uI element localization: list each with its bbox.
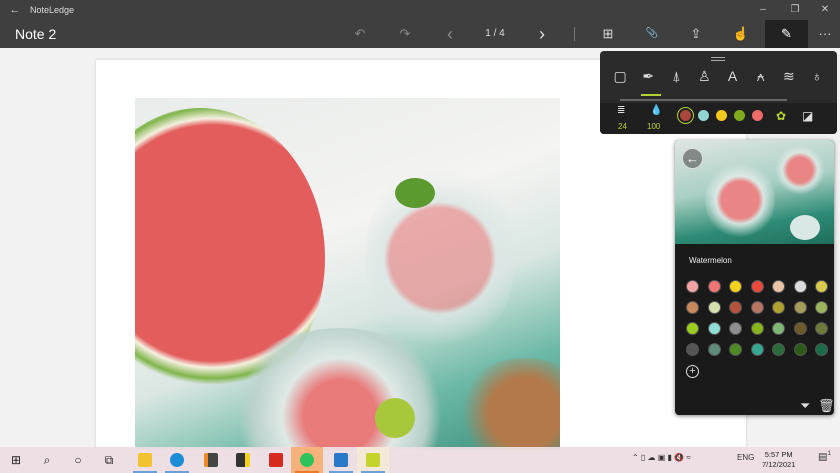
language-indicator[interactable]: ENG — [737, 453, 754, 462]
pen-color-swatch[interactable] — [752, 110, 763, 121]
back-button[interactable]: ← — [0, 4, 30, 16]
selected-tool-indicator — [641, 94, 661, 96]
palette-swatch[interactable] — [772, 322, 785, 335]
divider — [574, 27, 575, 41]
search-icon[interactable]: ⌕ — [31, 447, 63, 473]
drag-handle[interactable] — [711, 57, 725, 61]
palette-swatch[interactable] — [686, 343, 699, 356]
palette-swatch[interactable] — [772, 280, 785, 293]
add-color-button[interactable]: + — [686, 365, 699, 378]
palette-swatch[interactable] — [815, 280, 828, 293]
opacity-value[interactable]: 100 — [647, 122, 660, 131]
palette-swatch[interactable] — [793, 301, 807, 314]
palette-swatch[interactable] — [793, 280, 807, 293]
palette-swatch[interactable] — [815, 322, 828, 335]
taskbar: ⊞ ⌕ ○ ⧉ ⌃ ▯ ☁ ▣ ▮ 🔇 ≈ ENG 5:57 PM 7/12/20… — [0, 447, 840, 473]
palette-swatch[interactable] — [707, 280, 721, 293]
palette-swatch[interactable] — [750, 343, 764, 356]
airbrush-icon[interactable]: ⍲ — [749, 68, 773, 92]
palette-swatch[interactable] — [707, 301, 721, 314]
palette-swatch[interactable] — [686, 301, 699, 314]
time: 5:57 PM — [764, 450, 793, 459]
sticky-notes-icon[interactable] — [227, 447, 259, 473]
palette-swatch[interactable] — [729, 280, 742, 293]
marker-icon[interactable]: ♙ — [692, 68, 716, 92]
touch-icon[interactable]: ☝ — [726, 20, 756, 48]
notification-count: 1 — [827, 451, 831, 457]
pen-settings-panel: ▢ ✒ ⍋ ♙ A ⍲ ≋ ♁ ≣ 24 💧 100 ✿ ◪ — [600, 51, 837, 134]
restore-button[interactable]: ❐ — [780, 0, 810, 20]
next-page-icon[interactable]: › — [527, 20, 557, 48]
spotify-icon[interactable] — [291, 447, 323, 473]
fountain-pen-icon[interactable]: ✒ — [636, 68, 660, 92]
palette-swatch[interactable] — [729, 301, 742, 314]
pen-icon[interactable]: ✎ — [765, 20, 808, 48]
edge-icon[interactable] — [161, 447, 193, 473]
notification-icon[interactable]: ▤1 — [818, 451, 831, 462]
grid-icon[interactable]: ⊞ — [593, 20, 623, 48]
palette-swatch[interactable] — [729, 343, 742, 356]
palette-swatch[interactable] — [750, 280, 764, 293]
opacity-icon[interactable]: 💧 — [650, 105, 662, 116]
palette-swatch[interactable] — [772, 343, 785, 356]
toolbar: Note 2 ↶ ↷ ‹ 1 / 4 › ⊞ 📎 ⇪ ☝ ✎ ··· — [0, 20, 840, 48]
bulb-icon[interactable]: ♁ — [805, 68, 829, 92]
ruler-icon[interactable]: ◪ — [802, 109, 813, 123]
attach-icon[interactable]: 📎 — [637, 20, 667, 48]
app-name: NoteLedge — [30, 5, 75, 15]
size-value[interactable]: 24 — [618, 122, 627, 131]
note-title[interactable]: Note 2 — [15, 26, 56, 42]
more-icon[interactable]: ··· — [810, 20, 840, 48]
noteledge-icon[interactable] — [357, 447, 389, 473]
palette-swatch[interactable] — [793, 322, 807, 335]
pen-color-swatch[interactable] — [680, 110, 691, 121]
share-icon[interactable]: ⇪ — [681, 20, 711, 48]
palette-swatch[interactable] — [686, 280, 699, 293]
eraser-icon[interactable]: ▢ — [608, 68, 632, 92]
palette-swatch[interactable] — [793, 343, 807, 356]
palette-swatch[interactable] — [750, 301, 764, 314]
undo-icon[interactable]: ↶ — [345, 20, 375, 48]
palette-swatch[interactable] — [686, 322, 699, 335]
palette-swatch[interactable] — [707, 322, 721, 335]
clock[interactable]: 5:57 PM 7/12/2021 — [762, 450, 795, 470]
pen-color-swatch[interactable] — [716, 110, 727, 121]
palette-swatch[interactable] — [815, 343, 828, 356]
redo-icon[interactable]: ↷ — [390, 20, 420, 48]
prev-page-icon[interactable]: ‹ — [435, 20, 465, 48]
palette-back-button[interactable]: ← — [682, 148, 703, 169]
palette-swatch[interactable] — [750, 322, 764, 335]
photos-icon[interactable] — [325, 447, 357, 473]
page-indicator: 1 / 4 — [485, 28, 505, 39]
pdf-icon[interactable] — [260, 447, 292, 473]
palette-name: Watermelon — [689, 256, 732, 265]
cortana-icon[interactable]: ○ — [62, 447, 94, 473]
fine-pen-icon[interactable]: ⍋ — [664, 68, 688, 92]
title-bar: ← NoteLedge – ❐ ✕ — [0, 0, 840, 20]
pen-color-swatch[interactable] — [734, 110, 745, 121]
palette-swatch[interactable] — [729, 322, 742, 335]
divider — [620, 99, 787, 101]
palette-swatch[interactable] — [815, 301, 828, 314]
filter-icon[interactable]: ⏷ — [800, 398, 810, 414]
watermelon-photo[interactable] — [135, 98, 560, 450]
trash-icon[interactable]: 🗑 — [818, 398, 835, 414]
texture-brush-icon[interactable]: ≋ — [777, 68, 801, 92]
palette-swatch[interactable] — [772, 301, 785, 314]
task-view-icon[interactable]: ⧉ — [93, 447, 125, 473]
date: 7/12/2021 — [762, 460, 796, 469]
size-icon[interactable]: ≣ — [617, 105, 625, 116]
pencil-icon[interactable]: A — [721, 68, 745, 92]
file-explorer-icon[interactable] — [129, 447, 161, 473]
start-icon[interactable]: ⊞ — [0, 447, 32, 473]
sublime-icon[interactable] — [195, 447, 227, 473]
palette-swatch[interactable] — [707, 343, 721, 356]
pen-color-swatch[interactable] — [698, 110, 709, 121]
palette-icon[interactable]: ✿ — [776, 109, 786, 123]
minimize-button[interactable]: – — [748, 0, 778, 20]
tray-icons[interactable]: ⌃ ▯ ☁ ▣ ▮ 🔇 ≈ — [632, 453, 691, 462]
color-palette-panel: ← Watermelon + ⏷ 🗑 — [675, 140, 835, 415]
close-button[interactable]: ✕ — [810, 0, 840, 20]
